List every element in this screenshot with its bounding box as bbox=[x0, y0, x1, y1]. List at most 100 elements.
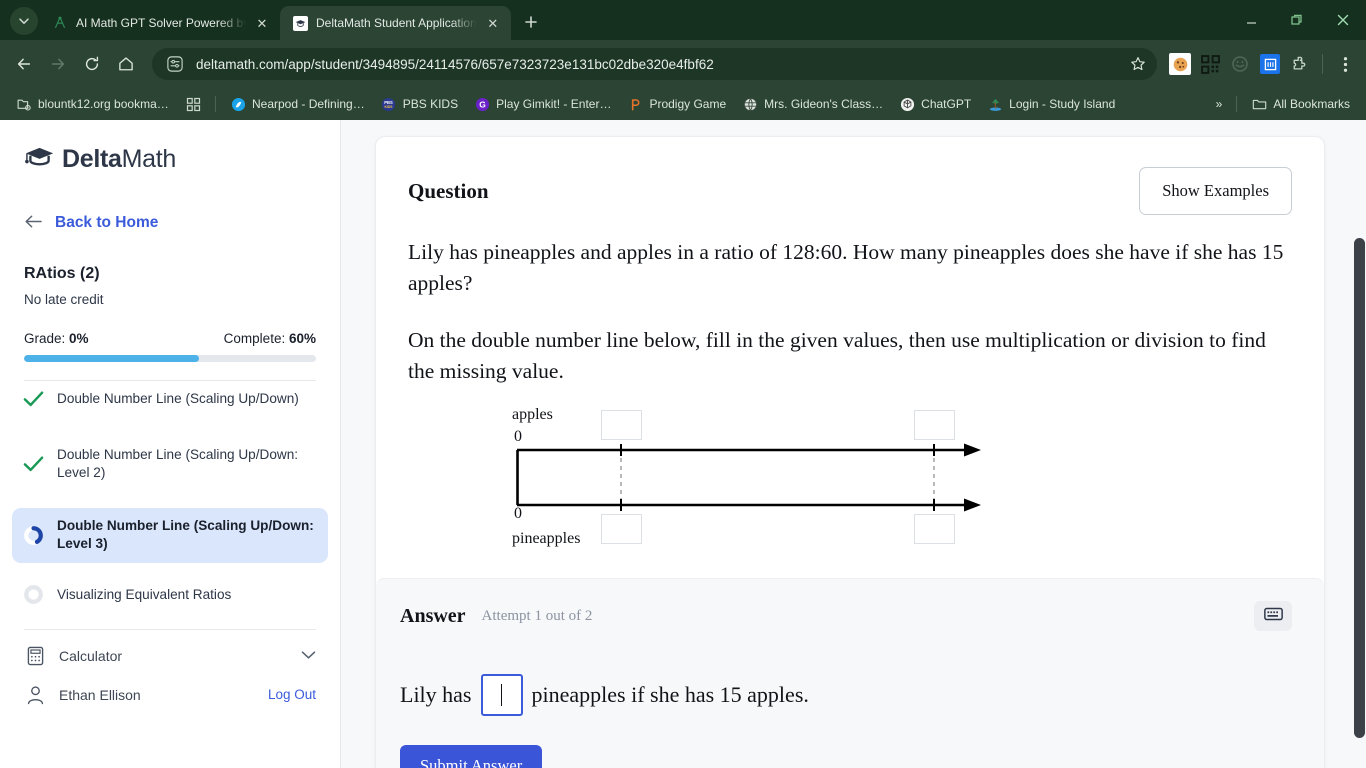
number-line-blank-bottom-right[interactable] bbox=[914, 514, 955, 545]
nearpod-icon bbox=[230, 96, 246, 112]
problem-item-1[interactable]: Double Number Line (Scaling Up/Down) bbox=[12, 379, 328, 419]
bookmarks-overflow-button[interactable]: » bbox=[1210, 94, 1229, 114]
problem-item-2[interactable]: Double Number Line (Scaling Up/Down: Lev… bbox=[12, 437, 328, 492]
folder-gear-icon bbox=[16, 96, 32, 112]
question-card: Question Show Examples Lily has pineappl… bbox=[375, 136, 1325, 768]
double-number-line-figure: apples 0 0 pineapples bbox=[512, 406, 1012, 556]
bookmark-apps-grid[interactable] bbox=[179, 93, 207, 115]
bookmark-mrs-gideons-class[interactable]: Mrs. Gideon's Class… bbox=[736, 93, 889, 115]
assignment-title: RAtios (2) bbox=[24, 265, 100, 282]
star-icon[interactable] bbox=[1125, 51, 1151, 77]
answer-title: Answer bbox=[400, 605, 466, 628]
back-arrow-icon bbox=[24, 214, 43, 232]
forward-button[interactable] bbox=[42, 48, 74, 80]
forward-arrow-icon bbox=[51, 58, 65, 70]
bookmark-pbs-kids[interactable]: PBS KIDS PBS KIDS bbox=[375, 93, 464, 115]
gimkit-icon: G bbox=[474, 96, 490, 112]
deltamath-logo[interactable]: DeltaMath bbox=[24, 145, 316, 174]
bookmark-gimkit[interactable]: G Play Gimkit! - Enter… bbox=[468, 93, 617, 115]
grade-value: 0% bbox=[69, 331, 89, 346]
reload-button[interactable] bbox=[76, 48, 108, 80]
problem-item-4[interactable]: Visualizing Equivalent Ratios bbox=[12, 575, 328, 615]
number-line-blank-top-left[interactable] bbox=[601, 410, 642, 441]
bookmark-study-island[interactable]: Login - Study Island bbox=[981, 93, 1121, 115]
three-dot-menu-icon[interactable] bbox=[1332, 51, 1358, 77]
toolbar-divider bbox=[1322, 54, 1323, 74]
chevron-down-icon bbox=[19, 18, 29, 24]
browser-tab-1[interactable]: AI Math GPT Solver Powered by ✕ bbox=[40, 6, 280, 40]
logo-bold: Delta bbox=[62, 145, 122, 173]
answer-sentence: Lily has pineapples if she has 15 apples… bbox=[400, 674, 1292, 717]
home-button[interactable] bbox=[110, 48, 142, 80]
new-tab-button[interactable] bbox=[517, 8, 545, 36]
grammarly-extension-icon[interactable] bbox=[1227, 51, 1253, 77]
plus-icon bbox=[524, 16, 537, 28]
close-button[interactable] bbox=[1320, 0, 1366, 40]
submit-answer-button[interactable]: Submit Answer bbox=[400, 745, 543, 768]
answer-input[interactable] bbox=[480, 674, 523, 717]
logout-link[interactable]: Log Out bbox=[268, 687, 316, 702]
back-to-home-label: Back to Home bbox=[55, 214, 159, 231]
pbskids-icon: PBS KIDS bbox=[381, 96, 397, 112]
bookmark-nearpod[interactable]: Nearpod - Defining… bbox=[224, 93, 371, 115]
tab-close-button[interactable]: ✕ bbox=[254, 15, 270, 31]
bookmark-label: ChatGPT bbox=[921, 97, 972, 111]
address-bar[interactable]: deltamath.com/app/student/3494895/241145… bbox=[152, 48, 1157, 80]
scrollbar-thumb[interactable] bbox=[1354, 238, 1365, 738]
bookmark-chatgpt[interactable]: ChatGPT bbox=[893, 93, 977, 115]
minimize-icon bbox=[1246, 21, 1256, 24]
puzzle-extensions-icon[interactable] bbox=[1287, 51, 1313, 77]
back-arrow-icon bbox=[17, 58, 31, 70]
complete-text: Complete: 60% bbox=[224, 331, 316, 346]
browser-tab-2[interactable]: DeltaMath Student Application ✕ bbox=[280, 6, 511, 40]
prodigy-icon bbox=[627, 96, 643, 112]
problem-list: Double Number Line (Scaling Up/Down) Dou… bbox=[12, 379, 328, 615]
svg-text:KIDS: KIDS bbox=[385, 104, 394, 108]
keyboard-toggle-button[interactable] bbox=[1254, 601, 1292, 632]
reload-icon bbox=[85, 56, 99, 71]
main-content: Question Show Examples Lily has pineappl… bbox=[341, 120, 1366, 768]
bookmarks-overflow-label: » bbox=[1215, 97, 1223, 111]
answer-sentence-after: pineapples if she has 15 apples. bbox=[531, 682, 809, 708]
number-line-blank-top-right[interactable] bbox=[914, 410, 955, 441]
number-line-blank-bottom-left[interactable] bbox=[601, 514, 642, 545]
problem-label: Double Number Line (Scaling Up/Down) bbox=[57, 390, 299, 406]
problem-item-3[interactable]: Double Number Line (Scaling Up/Down: Lev… bbox=[12, 507, 328, 563]
tab-search-button[interactable] bbox=[10, 7, 38, 35]
question-body: Lily has pineapples and apples in a rati… bbox=[408, 237, 1288, 386]
bookmark-prodigy[interactable]: Prodigy Game bbox=[621, 93, 732, 115]
back-button[interactable] bbox=[8, 48, 40, 80]
bookmark-label: Prodigy Game bbox=[649, 97, 727, 111]
vertical-scrollbar[interactable] bbox=[1352, 120, 1366, 768]
tune-icon[interactable] bbox=[162, 51, 188, 77]
bookmark-folder-blountk12[interactable]: blountk12.org bookmarks bbox=[10, 93, 175, 115]
show-examples-button[interactable]: Show Examples bbox=[1139, 167, 1292, 215]
empty-ring-icon bbox=[22, 584, 44, 606]
url-text[interactable]: deltamath.com/app/student/3494895/241145… bbox=[196, 57, 1117, 72]
question-paragraph-2: On the double number line below, fill in… bbox=[408, 328, 1266, 383]
person-icon bbox=[24, 684, 46, 706]
text-caret bbox=[500, 684, 503, 707]
bookmark-label: Play Gimkit! - Enter… bbox=[496, 97, 612, 111]
cookie-extension-icon[interactable] bbox=[1167, 51, 1193, 77]
blue-app-extension-icon[interactable] bbox=[1257, 51, 1283, 77]
maximize-button[interactable] bbox=[1274, 0, 1320, 40]
graduation-cap-icon bbox=[292, 15, 308, 31]
all-bookmarks-button[interactable]: All Bookmarks bbox=[1245, 93, 1356, 115]
complete-label: Complete: bbox=[223, 331, 286, 346]
tab-close-button[interactable]: ✕ bbox=[485, 15, 501, 31]
qr-code-icon[interactable] bbox=[1197, 51, 1223, 77]
keyboard-icon bbox=[1263, 607, 1283, 626]
question-paragraph-1: Lily has pineapples and apples in a rati… bbox=[408, 240, 1284, 295]
back-to-home-link[interactable]: Back to Home bbox=[24, 214, 316, 232]
chevron-down-icon[interactable] bbox=[301, 649, 316, 663]
minimize-button[interactable] bbox=[1228, 0, 1274, 40]
grade-text: Grade: 0% bbox=[24, 331, 89, 346]
calculator-row[interactable]: Calculator bbox=[24, 630, 316, 678]
problem-label: Double Number Line (Scaling Up/Down: Lev… bbox=[57, 447, 299, 481]
calculator-icon bbox=[24, 645, 46, 667]
tab-strip: AI Math GPT Solver Powered by ✕ DeltaMat… bbox=[0, 0, 1366, 40]
bookmark-label: Mrs. Gideon's Class… bbox=[764, 97, 884, 111]
close-icon bbox=[1337, 14, 1349, 26]
problem-label: Double Number Line (Scaling Up/Down: Lev… bbox=[57, 517, 314, 552]
